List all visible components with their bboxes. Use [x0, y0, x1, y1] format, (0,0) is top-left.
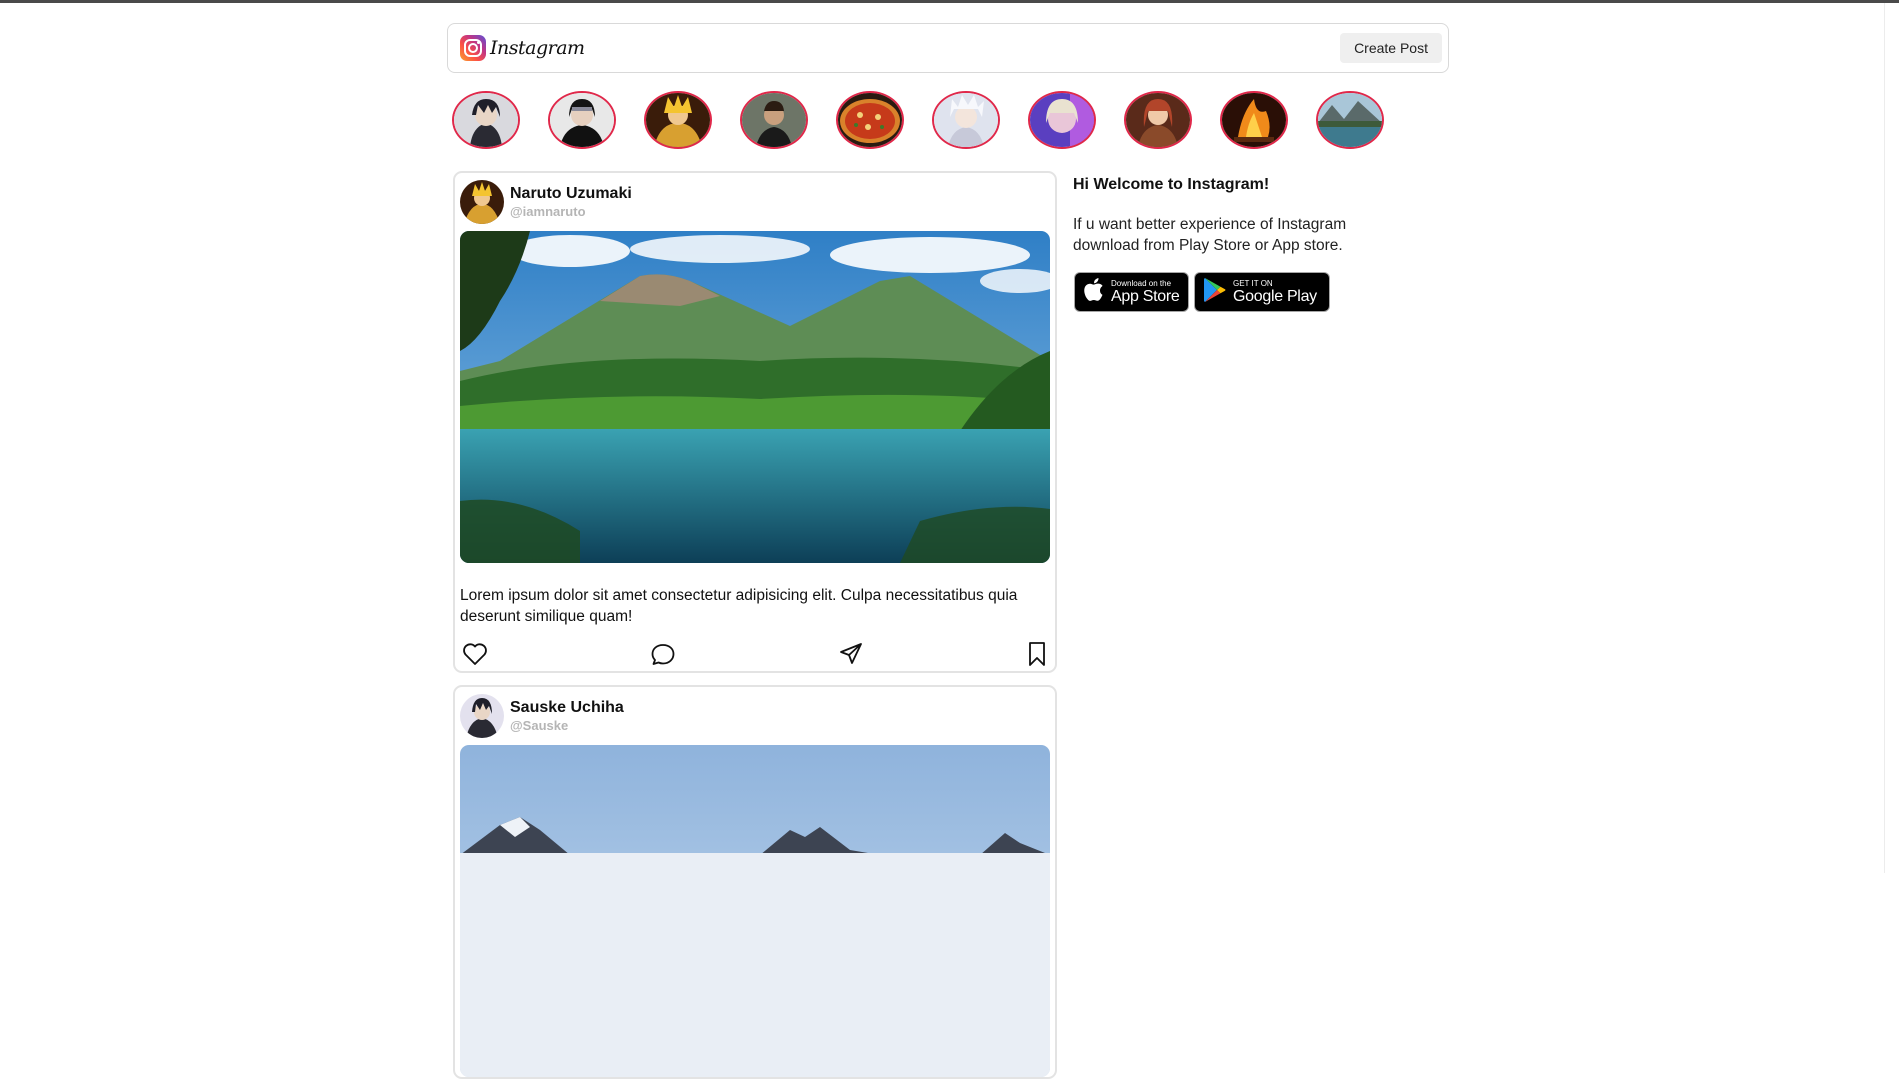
- story-killua[interactable]: [932, 91, 1000, 149]
- story-sasuke[interactable]: [452, 91, 520, 149]
- post-header: Naruto Uzumaki @iamnaruto: [460, 178, 1050, 226]
- author-name[interactable]: Sauske Uchiha: [510, 698, 624, 717]
- download-info-text: If u want better experience of Instagram…: [1073, 216, 1347, 254]
- sidebar: Hi Welcome to Instagram! If u want bette…: [1073, 171, 1413, 1091]
- main-content: Naruto Uzumaki @iamnaruto Lorem ipsum do…: [447, 171, 1449, 1091]
- welcome-heading: Hi Welcome to Instagram!: [1073, 176, 1270, 193]
- post-actions: [460, 637, 1050, 671]
- google-play-text: GET IT ON Google Play: [1233, 279, 1317, 305]
- post-image: [460, 231, 1050, 563]
- heart-icon[interactable]: [462, 642, 488, 666]
- author-handle[interactable]: @iamnaruto: [510, 203, 632, 220]
- author-info: Sauske Uchiha @Sauske: [510, 698, 624, 734]
- story-naruto-sage[interactable]: [644, 91, 712, 149]
- app-store-button[interactable]: Download on the App Store: [1074, 272, 1189, 312]
- window-top-border: [0, 0, 1899, 3]
- story-girl-neon[interactable]: [1028, 91, 1096, 149]
- posts-feed: Naruto Uzumaki @iamnaruto Lorem ipsum do…: [453, 171, 1057, 1091]
- post-caption: Lorem ipsum dolor sit amet consectetur a…: [460, 587, 1018, 625]
- instagram-logo-icon: [460, 35, 486, 61]
- author-handle[interactable]: @Sauske: [510, 717, 624, 734]
- stories-row: [447, 91, 1449, 149]
- bookmark-icon[interactable]: [1026, 641, 1048, 667]
- author-name[interactable]: Naruto Uzumaki: [510, 184, 632, 203]
- story-lake[interactable]: [1316, 91, 1384, 149]
- google-play-small-text: GET IT ON: [1233, 279, 1273, 288]
- post-card: Sauske Uchiha @Sauske: [453, 685, 1057, 1079]
- google-play-big-text: Google Play: [1233, 288, 1317, 305]
- app-store-text: Download on the App Store: [1111, 279, 1180, 305]
- share-icon[interactable]: [838, 642, 864, 666]
- story-pizza[interactable]: [836, 91, 904, 149]
- story-itachi[interactable]: [548, 91, 616, 149]
- create-post-button[interactable]: Create Post: [1340, 33, 1442, 63]
- brand[interactable]: Instagram: [460, 35, 585, 61]
- post-card: Naruto Uzumaki @iamnaruto Lorem ipsum do…: [453, 171, 1057, 673]
- post-header: Sauske Uchiha @Sauske: [460, 692, 1050, 740]
- app-store-big-text: App Store: [1111, 288, 1180, 305]
- comment-icon[interactable]: [650, 642, 676, 666]
- author-info: Naruto Uzumaki @iamnaruto: [510, 184, 632, 220]
- story-man-portrait[interactable]: [740, 91, 808, 149]
- story-redhead-girl[interactable]: [1124, 91, 1192, 149]
- brand-name: Instagram: [490, 37, 585, 59]
- top-navbar: Instagram Create Post: [447, 23, 1449, 73]
- story-campfire[interactable]: [1220, 91, 1288, 149]
- app-store-small-text: Download on the: [1111, 279, 1172, 288]
- google-play-icon: [1203, 277, 1227, 308]
- post-image: [460, 745, 1050, 1077]
- avatar[interactable]: [460, 180, 504, 224]
- google-play-button[interactable]: GET IT ON Google Play: [1194, 272, 1330, 312]
- store-badges: Download on the App Store GET IT ON Goog…: [1074, 272, 1413, 312]
- apple-icon: [1083, 277, 1105, 308]
- app-container: Instagram Create Post Naruto Uzumaki @ia…: [447, 23, 1449, 1091]
- page-scrollbar[interactable]: [1884, 3, 1899, 873]
- avatar[interactable]: [460, 694, 504, 738]
